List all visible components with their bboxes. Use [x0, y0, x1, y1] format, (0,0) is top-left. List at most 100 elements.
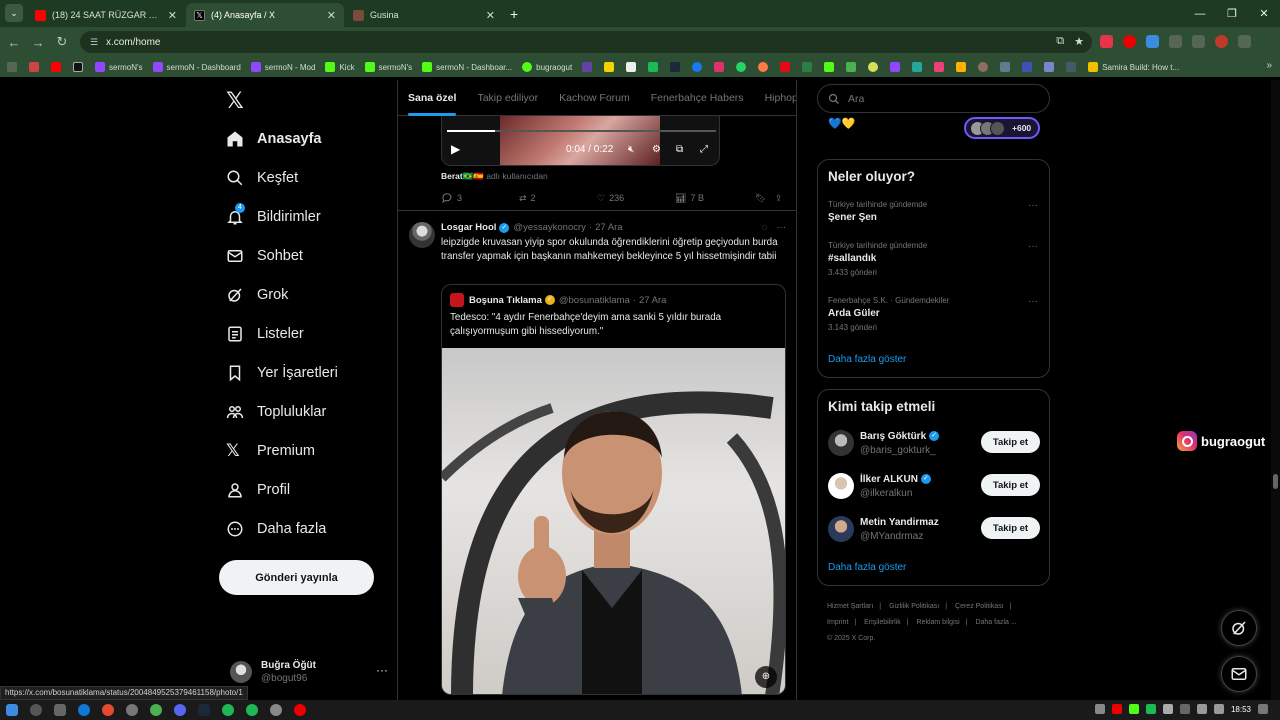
footer-link[interactable]: Imprint — [827, 619, 848, 626]
app-icon[interactable] — [126, 704, 138, 716]
footer-link[interactable]: Reklam bilgisi — [917, 619, 960, 626]
bookmark-item[interactable]: bugraogut — [522, 62, 572, 72]
trend-item[interactable]: Türkiye tarihinde gündemde Şener Şen ··· — [828, 200, 1038, 223]
bookmark-post-icon[interactable]: 🔖︎ — [755, 192, 775, 204]
bookmark-icon-only[interactable] — [670, 62, 684, 72]
bookmark-icon-only[interactable] — [1066, 62, 1080, 72]
grok-explain-icon[interactable]: ◌ — [762, 222, 768, 233]
close-tab-icon[interactable]: ✕ — [168, 9, 177, 22]
post-time[interactable]: 27 Ara — [595, 222, 622, 233]
fullscreen-icon[interactable]: ⤢ — [700, 144, 708, 155]
bookmark-item[interactable]: sermoN's — [95, 62, 143, 72]
post-photo[interactable]: ⊕ — [442, 348, 785, 694]
tray-icon[interactable] — [1162, 704, 1173, 714]
follow-button[interactable]: Takip et — [981, 517, 1040, 539]
bookmark-item[interactable] — [73, 62, 87, 72]
nav-item-explore[interactable]: Keşfet — [226, 169, 298, 187]
install-app-icon[interactable]: ⧉ — [1056, 35, 1064, 48]
video-progress-bar[interactable] — [447, 130, 716, 132]
tab-list[interactable]: Fenerbahçe Habers — [651, 80, 744, 116]
browser-tab-youtube[interactable]: (18) 24 SAAT RÜZGAR TÜRBİNİ ✕ — [27, 3, 185, 27]
avatar[interactable] — [409, 222, 435, 248]
close-tab-icon[interactable]: ✕ — [486, 9, 495, 22]
bookmark-item[interactable] — [51, 62, 65, 72]
extension-icon[interactable] — [1100, 35, 1113, 48]
more-dots-icon[interactable]: ··· — [1028, 296, 1038, 307]
browser-tab-gusina[interactable]: Gusina ✕ — [345, 3, 503, 27]
nav-item-premium[interactable]: 𝕏 Premium — [226, 442, 315, 460]
clock[interactable]: 18:53 — [1231, 705, 1251, 714]
bookmark-icon-only[interactable] — [604, 62, 618, 72]
bookmark-icon-only[interactable] — [868, 62, 882, 72]
reply-button[interactable]: 3 — [441, 192, 519, 204]
photo-more-icon[interactable]: ⊕ — [755, 666, 777, 688]
bookmark-icon-only[interactable] — [736, 62, 750, 72]
record-icon[interactable] — [294, 704, 306, 716]
bookmark-star-icon[interactable]: ★ — [1074, 35, 1084, 48]
back-button[interactable]: ← — [2, 35, 26, 50]
media-icon[interactable] — [1192, 35, 1205, 48]
x-logo-icon[interactable]: 𝕏 — [226, 88, 244, 114]
follow-suggestion[interactable]: Metin Yandirmaz @MYandrmaz Takip et — [828, 514, 1040, 544]
bookmark-icon-only[interactable] — [692, 62, 706, 72]
all-bookmarks-icon[interactable]: » — [1266, 60, 1272, 71]
post-author-name[interactable]: Losgar Hool — [441, 222, 496, 233]
grok-floating-button[interactable] — [1221, 610, 1257, 646]
bookmark-icon-only[interactable] — [802, 62, 816, 72]
bookmark-icon-only[interactable] — [626, 62, 640, 72]
notification-center-icon[interactable] — [1258, 704, 1268, 714]
tray-icon[interactable] — [1128, 704, 1139, 714]
bookmark-item[interactable]: sermoN - Mod — [250, 62, 315, 72]
bookmark-icon-only[interactable] — [780, 62, 794, 72]
scrollbar-thumb[interactable] — [1273, 474, 1278, 489]
steam-icon[interactable] — [198, 704, 210, 716]
post-button[interactable]: Gönderi yayınla — [219, 560, 374, 595]
close-window-button[interactable]: ✕ — [1248, 0, 1280, 27]
app-icon[interactable] — [102, 704, 114, 716]
bookmark-icon-only[interactable] — [912, 62, 926, 72]
bookmark-icon-only[interactable] — [582, 62, 596, 72]
bookmark-icon-only[interactable] — [824, 62, 838, 72]
show-more-link[interactable]: Daha fazla göster — [828, 562, 906, 573]
search-icon[interactable] — [30, 704, 42, 716]
nav-item-grok[interactable]: Grok — [226, 286, 288, 304]
page-scrollbar[interactable] — [1271, 80, 1280, 700]
tray-icon[interactable] — [1179, 704, 1190, 714]
extension-icon[interactable] — [1123, 35, 1136, 48]
share-icon[interactable]: ⇪ — [775, 192, 783, 204]
nav-item-communities[interactable]: Topluluklar — [226, 403, 326, 421]
follow-button[interactable]: Takip et — [981, 431, 1040, 453]
mute-icon[interactable]: 🔇︎ — [628, 144, 634, 155]
trend-item[interactable]: Türkiye tarihinde gündemde #sallandık 3.… — [828, 241, 1038, 277]
bookmark-icon-only[interactable] — [1000, 62, 1014, 72]
more-dots-icon[interactable]: ··· — [1028, 200, 1038, 211]
nav-item-home[interactable]: Anasayfa — [226, 130, 321, 148]
close-tab-icon[interactable]: ✕ — [327, 9, 336, 22]
messages-floating-button[interactable] — [1221, 656, 1257, 692]
nav-item-more[interactable]: Daha fazla — [226, 520, 326, 538]
maximize-button[interactable]: ❐ — [1216, 0, 1248, 27]
browser-tab-x[interactable]: 𝕏 (4) Anasayfa / X ✕ — [186, 3, 344, 27]
follow-suggestion[interactable]: Barış Göktürk ✓ @baris_gokturk_ Takip et — [828, 428, 1040, 458]
tab-for-you[interactable]: Sana özel — [408, 80, 457, 116]
settings-icon[interactable]: ⚙ — [652, 144, 661, 155]
bookmark-icon-only[interactable] — [978, 62, 992, 72]
volume-icon[interactable] — [1213, 704, 1224, 714]
menu-dots-icon[interactable] — [1238, 35, 1251, 48]
repost-button[interactable]: ⇄ 2 — [519, 192, 597, 204]
nav-item-profile[interactable]: Profil — [226, 481, 290, 499]
tab-search-button[interactable]: ⌄ — [5, 4, 23, 22]
bookmark-item[interactable]: sermoN - Dashboar... — [422, 62, 512, 72]
discord-icon[interactable] — [174, 704, 186, 716]
bookmark-item[interactable]: Samira Build: How t... — [1088, 62, 1179, 72]
spotify-icon[interactable] — [246, 704, 258, 716]
app-icon[interactable] — [270, 704, 282, 716]
follow-suggestion[interactable]: İlker ALKUN ✓ @ilkeralkun Takip et — [828, 471, 1040, 501]
bookmark-icon-only[interactable] — [934, 62, 948, 72]
forward-button[interactable]: → — [26, 35, 50, 50]
trend-item[interactable]: Fenerbahçe S.K. · Gündemdekiler Arda Gül… — [828, 296, 1038, 332]
follow-button[interactable]: Takip et — [981, 474, 1040, 496]
nav-item-bookmarks[interactable]: Yer İşaretleri — [226, 364, 338, 382]
tray-icon[interactable] — [1111, 704, 1122, 714]
tray-icon[interactable] — [1145, 704, 1156, 714]
